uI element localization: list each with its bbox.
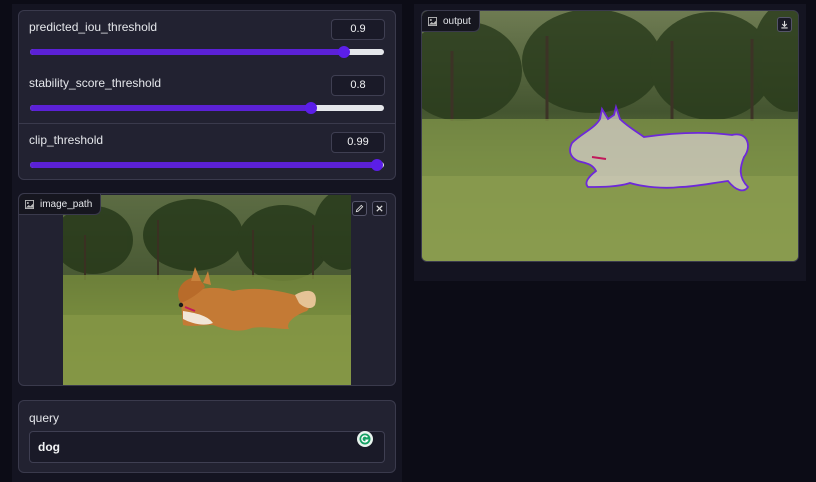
slider-thumb[interactable] [370, 159, 383, 171]
slider-label: clip_threshold [29, 133, 104, 147]
slider-track[interactable] [30, 102, 384, 114]
query-input[interactable]: dog [29, 431, 385, 463]
close-icon [376, 205, 383, 212]
query-panel: query dog [18, 400, 396, 473]
output-badge: output [422, 11, 480, 32]
output-mask-image [422, 11, 798, 261]
query-label: query [29, 411, 60, 425]
slider-label: stability_score_threshold [29, 76, 162, 90]
image-path-label: image_path [40, 198, 93, 210]
image-path-badge: image_path [19, 194, 102, 215]
pencil-icon [355, 204, 364, 213]
download-icon [781, 20, 788, 29]
slider-track[interactable] [30, 159, 384, 171]
number-input[interactable]: 0.9 [331, 19, 385, 40]
slider-row-predicted-iou: predicted_iou_threshold 0.9 [19, 11, 395, 67]
output-panel: output [421, 10, 799, 262]
image-icon [25, 199, 34, 209]
input-dog-image [63, 195, 351, 385]
slider-fill [30, 105, 312, 111]
slider-row-clip-threshold: clip_threshold 0.99 [19, 124, 395, 180]
download-button[interactable] [777, 17, 792, 32]
number-input[interactable]: 0.8 [331, 75, 385, 96]
slider-thumb[interactable] [338, 46, 351, 58]
slider-row-stability-score: stability_score_threshold 0.8 [19, 67, 395, 123]
slider-fill [30, 162, 377, 168]
slider-thumb[interactable] [305, 102, 318, 114]
sliders-panel: predicted_iou_threshold 0.9 stability_sc… [18, 10, 396, 180]
slider-track[interactable] [30, 46, 384, 58]
slider-fill [30, 49, 345, 55]
output-label: output [443, 15, 471, 27]
clear-button[interactable] [372, 201, 387, 216]
number-input[interactable]: 0.99 [331, 132, 385, 153]
slider-label: predicted_iou_threshold [29, 20, 158, 34]
image-input-panel: image_path [18, 193, 396, 386]
image-icon [428, 16, 437, 26]
edit-button[interactable] [352, 201, 367, 216]
grammarly-icon[interactable] [357, 431, 373, 447]
